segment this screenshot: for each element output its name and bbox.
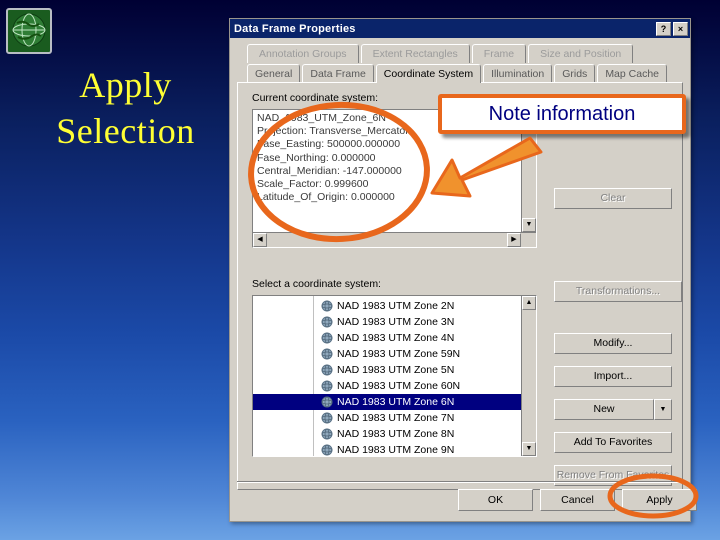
list-item-label: NAD 1983 UTM Zone 60N [337, 380, 461, 392]
tab-row-upper: Annotation Groups Extent Rectangles Fram… [237, 44, 683, 63]
list-item-label: NAD 1983 UTM Zone 5N [337, 364, 455, 376]
list-item-label: NAD 1983 UTM Zone 3N [337, 316, 455, 328]
list-item-label: NAD 1983 UTM Zone 8N [337, 428, 455, 440]
note-callout-box: Note information [438, 94, 686, 134]
slide-headline: Apply Selection [18, 62, 233, 154]
list-scroll-up-icon[interactable]: ▲ [522, 296, 536, 310]
chevron-down-icon[interactable]: ▼ [654, 399, 672, 420]
list-item-label: NAD 1983 UTM Zone 59N [337, 348, 461, 360]
list-item-label: NAD 1983 UTM Zone 9N [337, 444, 455, 456]
tab-coordinate-system[interactable]: Coordinate System [375, 64, 482, 83]
list-item[interactable]: NAD 1983 UTM Zone 8N [253, 426, 521, 442]
tab-extent-rectangles[interactable]: Extent Rectangles [360, 44, 470, 63]
tab-map-cache[interactable]: Map Cache [597, 64, 668, 83]
current-coordinate-system-label: Current coordinate system: [252, 92, 379, 104]
add-to-favorites-button[interactable]: Add To Favorites [554, 432, 672, 453]
close-icon[interactable]: × [673, 21, 688, 36]
tab-annotation-groups[interactable]: Annotation Groups [247, 44, 359, 63]
coordinate-system-list[interactable]: NAD 1983 UTM Zone 2N NAD 1983 UTM Zone 3N… [252, 295, 537, 457]
globe-icon [12, 13, 46, 47]
transformations-button[interactable]: Transformations... [554, 281, 682, 302]
list-item[interactable]: NAD 1983 UTM Zone 3N [253, 314, 521, 330]
list-item-label: NAD 1983 UTM Zone 6N [337, 396, 455, 408]
list-item-label: NAD 1983 UTM Zone 7N [337, 412, 455, 424]
tab-size-and-position[interactable]: Size and Position [528, 44, 634, 63]
help-icon[interactable]: ? [656, 21, 671, 36]
list-item[interactable]: NAD 1983 UTM Zone 9N [253, 442, 521, 456]
list-item-label: NAD 1983 UTM Zone 2N [337, 300, 455, 312]
globe-logo [6, 8, 54, 56]
dialog-title: Data Frame Properties [234, 22, 356, 35]
apply-button[interactable]: Apply [622, 489, 697, 511]
list-item[interactable]: NAD 1983 UTM Zone 7N [253, 410, 521, 426]
coordinate-system-panel: Current coordinate system: NAD_1983_UTM_… [237, 82, 683, 490]
list-item[interactable]: NAD 1983 UTM Zone 4N [253, 330, 521, 346]
scroll-right-icon[interactable]: ▶ [507, 233, 521, 247]
list-item[interactable]: NAD 1983 UTM Zone 60N [253, 378, 521, 394]
new-button[interactable]: New [554, 399, 654, 420]
import-button[interactable]: Import... [554, 366, 672, 387]
list-item[interactable]: NAD 1983 UTM Zone 5N [253, 362, 521, 378]
scroll-down-icon[interactable]: ▼ [522, 218, 536, 232]
headline-line-2: Selection [56, 111, 195, 151]
tab-illumination[interactable]: Illumination [483, 64, 553, 83]
new-button-group: New ▼ [554, 399, 672, 420]
list-item[interactable]: NAD 1983 UTM Zone 6N [253, 394, 521, 410]
slide-canvas: Apply Selection Data Frame Properties ? … [0, 0, 720, 540]
tab-frame[interactable]: Frame [471, 44, 527, 63]
dialog-divider [237, 481, 683, 483]
scroll-left-icon[interactable]: ◀ [253, 233, 267, 247]
clear-button[interactable]: Clear [554, 188, 672, 209]
list-scroll-down-icon[interactable]: ▼ [522, 442, 536, 456]
current-cs-horizontal-scrollbar[interactable]: ◀ ▶ [253, 232, 536, 247]
list-vertical-scrollbar[interactable]: ▲ ▼ [521, 296, 536, 456]
modify-button[interactable]: Modify... [554, 333, 672, 354]
ok-button[interactable]: OK [458, 489, 533, 511]
dialog-titlebar[interactable]: Data Frame Properties ? × [230, 19, 690, 38]
cancel-button[interactable]: Cancel [540, 489, 615, 511]
list-item[interactable]: NAD 1983 UTM Zone 2N [253, 298, 521, 314]
tab-grids[interactable]: Grids [554, 64, 596, 83]
headline-line-1: Apply [79, 65, 172, 105]
tab-row-lower: General Data Frame Coordinate System Ill… [237, 64, 683, 83]
coordinate-system-list-rows: NAD 1983 UTM Zone 2N NAD 1983 UTM Zone 3N… [253, 298, 521, 456]
tab-data-frame[interactable]: Data Frame [302, 64, 374, 83]
tab-general[interactable]: General [247, 64, 301, 83]
note-callout-text: Note information [488, 103, 636, 125]
select-coordinate-system-label: Select a coordinate system: [252, 278, 381, 290]
list-item-label: NAD 1983 UTM Zone 4N [337, 332, 455, 344]
list-item[interactable]: NAD 1983 UTM Zone 59N [253, 346, 521, 362]
